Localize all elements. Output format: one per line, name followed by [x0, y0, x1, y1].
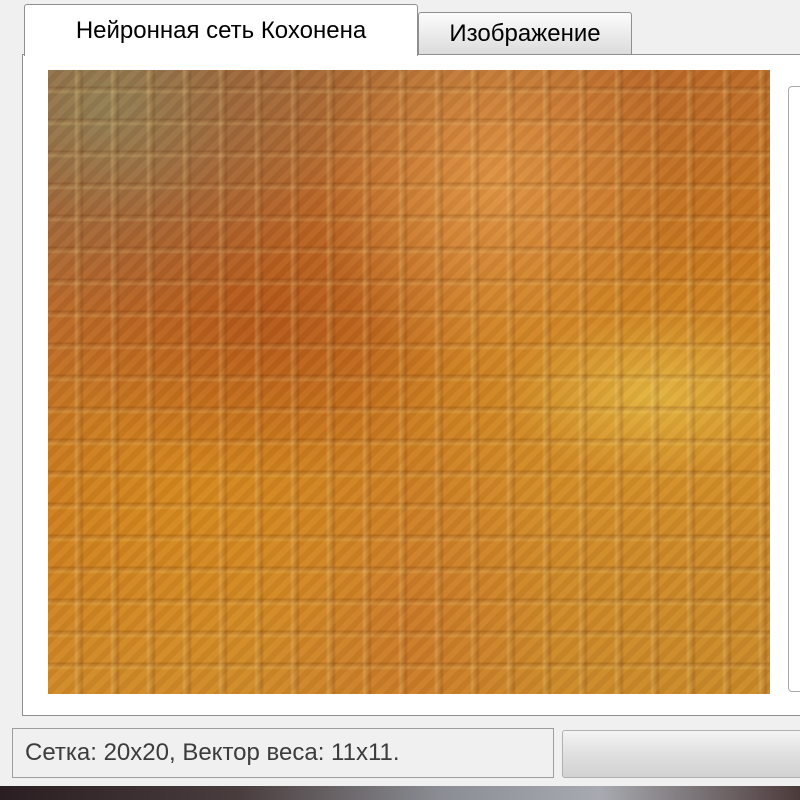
tab-image[interactable]: Изображение — [418, 12, 632, 54]
tab-kohonen-network[interactable]: Нейронная сеть Кохонена — [24, 4, 418, 56]
desktop-background-strip — [0, 786, 800, 800]
status-text-field: Сетка: 20x20, Вектор веса: 11x11. — [12, 728, 554, 778]
progress-bar — [562, 730, 800, 778]
kohonen-map-image — [48, 70, 770, 694]
tab-kohonen-network-label: Нейронная сеть Кохонена — [75, 16, 367, 44]
kohonen-map-texture — [48, 70, 770, 694]
tab-strip: Нейронная сеть Кохонена Изображение — [0, 0, 800, 56]
tab-image-label: Изображение — [449, 19, 601, 47]
status-text: Сетка: 20x20, Вектор веса: 11x11. — [25, 739, 400, 766]
side-panel-box — [788, 86, 800, 692]
